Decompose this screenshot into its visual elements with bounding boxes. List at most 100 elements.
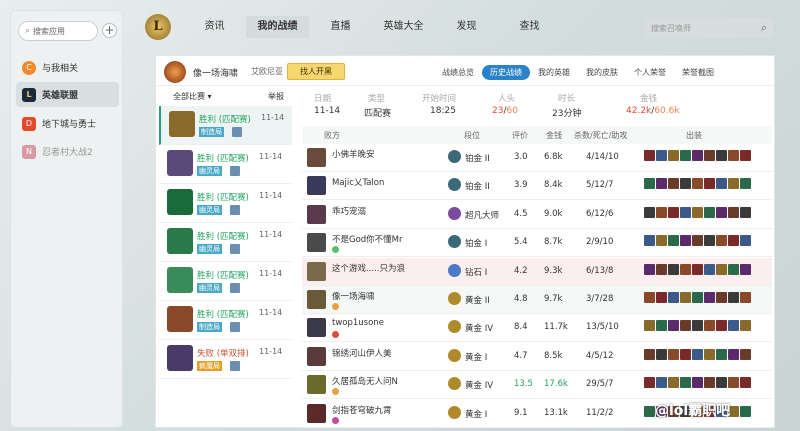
- add-app-button[interactable]: +: [102, 23, 117, 38]
- summoner-name[interactable]: 久居孤岛无人问N: [332, 375, 398, 387]
- subtab-my-heroes[interactable]: 我的英雄: [530, 65, 578, 80]
- item-icon: [728, 206, 739, 218]
- subtab-honor[interactable]: 个人荣誉: [626, 65, 674, 80]
- top-navigation: L 资讯 我的战绩 直播 英雄大全 发现 查找 搜索召唤师 ⌕: [135, 8, 775, 48]
- tab-live[interactable]: 直播: [309, 16, 372, 38]
- rank-icon: [448, 348, 461, 362]
- tab-search[interactable]: 查找: [498, 16, 561, 38]
- item-icon: [704, 178, 715, 190]
- summary-label-gold: 金钱: [640, 94, 658, 104]
- match-result: 胜利 (匹配赛): [199, 115, 251, 125]
- badge-icon: [332, 416, 339, 424]
- item-icon: [656, 348, 667, 360]
- summoner-name[interactable]: 乖巧宠溺: [332, 205, 366, 217]
- item-icon: [692, 377, 703, 389]
- match-list-item[interactable]: 失败 (单双排) 11-14 疯魔局: [159, 340, 292, 379]
- watermark: @lol霸职吧: [655, 403, 731, 419]
- item-icon: [716, 263, 727, 275]
- match-list-items: 胜利 (匹配赛) 11-14 制造局 胜利 (匹配赛) 11-14 幽灵局 胜利 (匹配赛)…: [159, 106, 292, 379]
- table-row[interactable]: 小佛羊晚安 铂金 II 3.0 6.8k 4/14/10: [302, 144, 772, 172]
- item-icon: [716, 292, 727, 303]
- item-icon: [656, 178, 667, 190]
- match-list-item[interactable]: 胜利 (匹配赛) 11-14 幽灵局: [159, 223, 292, 262]
- tab-heroes[interactable]: 英雄大全: [372, 16, 435, 38]
- find-team-button[interactable]: 找人开黑: [287, 63, 345, 80]
- subtab-my-skins[interactable]: 我的皮肤: [578, 65, 626, 80]
- subtab-overview[interactable]: 战绩总览: [434, 65, 482, 80]
- champion-portrait: [307, 318, 326, 338]
- item-icon: [716, 377, 727, 389]
- match-list-item[interactable]: 胜利 (匹配赛) 11-14 幽灵局: [159, 184, 292, 223]
- item-icon: [644, 178, 655, 190]
- tab-news[interactable]: 资讯: [183, 16, 246, 38]
- match-result: 胜利 (匹配赛): [197, 154, 249, 164]
- kda: 2/9/10: [586, 237, 614, 248]
- match-filter-label: 全部比赛: [173, 91, 205, 101]
- champion-portrait: [307, 148, 326, 167]
- kda: 6/12/6: [586, 208, 614, 219]
- item-icon: [740, 405, 751, 417]
- sidebar-item-ninja[interactable]: N 忍者村大战2: [16, 139, 119, 164]
- match-list-item[interactable]: 胜利 (匹配赛) 11-14 幽灵局: [159, 145, 292, 184]
- summoner-name[interactable]: 锦绣河山伊人美: [332, 347, 392, 359]
- summoner-search-input[interactable]: 搜索召唤师 ⌕: [645, 18, 773, 38]
- tab-my-record[interactable]: 我的战绩: [246, 16, 309, 38]
- item-icon: [680, 206, 691, 218]
- match-date: 11-14: [259, 347, 283, 356]
- item-icon: [644, 320, 655, 332]
- match-list: 全部比赛 ▾ 举报 胜利 (匹配赛) 11-14 制造局 胜利 (匹配赛) 11-14 幽…: [159, 86, 292, 429]
- col-gold: 金钱: [546, 131, 562, 140]
- sidebar-item-dnf[interactable]: D 地下城与勇士: [16, 111, 119, 136]
- gold-team-b: 60.6k: [654, 106, 680, 116]
- player-avatar[interactable]: [164, 61, 186, 83]
- rank-icon: [448, 235, 461, 249]
- item-icon: [740, 263, 751, 275]
- match-list-item[interactable]: 胜利 (匹配赛) 11-14 制造局: [159, 106, 292, 145]
- sidebar-item-label: 地下城与勇士: [42, 120, 97, 130]
- summoner-search-placeholder: 搜索召唤师: [651, 23, 691, 33]
- gold: 9.0k: [544, 208, 563, 219]
- map-icon: [230, 166, 240, 176]
- table-row[interactable]: 像一场海啸 黄金 II 4.8 9.7k 3/7/28: [302, 286, 772, 314]
- table-row[interactable]: 乖巧宠溺 超凡大师 4.5 9.0k 6/12/6: [302, 201, 772, 229]
- summoner-name[interactable]: 小佛羊晚安: [332, 148, 375, 160]
- table-row[interactable]: 久居孤岛无人问N 黄金 IV 13.5 17.6k 29/5/7: [302, 371, 772, 400]
- badge-icon: [332, 388, 339, 396]
- match-filter-dropdown[interactable]: 全部比赛 ▾: [173, 91, 212, 102]
- summoner-name[interactable]: twop1usone: [332, 318, 384, 328]
- item-icon: [740, 178, 751, 190]
- match-list-item[interactable]: 胜利 (匹配赛) 11-14 制造局: [159, 301, 292, 340]
- item-icon: [668, 235, 679, 247]
- item-icon: [692, 206, 703, 218]
- table-row[interactable]: Majic乂Talon 铂金 II 3.9 8.4k 5/12/7: [302, 172, 772, 201]
- table-row[interactable]: 锦绣河山伊人美 黄金 I 4.7 8.5k 4/5/12: [302, 343, 772, 371]
- item-icon: [740, 150, 751, 161]
- table-row[interactable]: twop1usone 黄金 IV 8.4 11.7k 13/5/10: [302, 314, 772, 343]
- subtab-screenshots[interactable]: 荣誉截图: [674, 65, 722, 80]
- table-row[interactable]: 这个游戏.....只为浪 钻石 I 4.2 9.3k 6/13/8: [302, 257, 772, 286]
- sidebar-item-lol[interactable]: L 英雄联盟: [16, 82, 119, 107]
- item-icon: [728, 348, 739, 360]
- app-search-input[interactable]: ⌕ 搜索应用: [18, 21, 98, 41]
- summoner-name[interactable]: 像一场海啸: [332, 290, 375, 302]
- kda: 5/12/7: [586, 180, 614, 191]
- summoner-name[interactable]: 不是God你不懂Mr: [332, 233, 403, 245]
- kda: 3/7/28: [586, 294, 614, 304]
- tab-discover[interactable]: 发现: [435, 16, 498, 38]
- champion-portrait: [307, 204, 326, 224]
- summary-label-start: 开始时间: [422, 94, 457, 104]
- gold: 6.8k: [544, 152, 563, 162]
- rank-icon: [448, 178, 461, 192]
- sidebar-item-related[interactable]: C 与我相关: [16, 55, 119, 80]
- rank-icon: [448, 292, 461, 305]
- chevron-down-icon: ▾: [207, 91, 212, 101]
- match-list-item[interactable]: 胜利 (匹配赛) 11-14 幽灵局: [159, 262, 292, 301]
- summoner-name[interactable]: 这个游戏.....只为浪: [332, 262, 405, 274]
- summoner-name[interactable]: 剑指苍穹破九霄: [332, 404, 392, 416]
- summoner-name[interactable]: Majic乂Talon: [332, 176, 384, 188]
- table-row[interactable]: 不是God你不懂Mr 铂金 I 5.4 8.7k 2/9/10: [302, 229, 772, 258]
- item-icon: [656, 206, 667, 218]
- item-icon: [692, 178, 703, 190]
- report-link[interactable]: 举报: [268, 91, 284, 102]
- subtab-history[interactable]: 历史战绩: [482, 65, 530, 80]
